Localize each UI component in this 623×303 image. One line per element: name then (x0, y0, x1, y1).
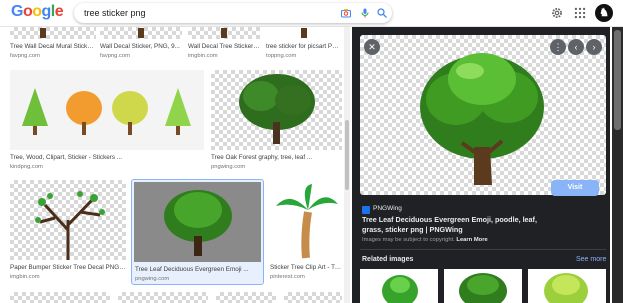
result-thumbnail[interactable] (266, 27, 342, 39)
site-favicon (362, 206, 370, 214)
tree-emoji-preview (420, 53, 544, 185)
microphone-icon[interactable] (359, 7, 371, 19)
result-caption[interactable]: tree sticker for picsart PNG ... (266, 43, 342, 50)
result-thumbnail[interactable] (134, 182, 261, 262)
tree-image (40, 28, 46, 38)
result-source: toppng.com (266, 53, 297, 59)
camera-icon[interactable] (340, 7, 352, 19)
copyright-text: Images may be subject to copyright. (362, 237, 455, 243)
result-source: imgbin.com (188, 53, 218, 59)
result-source: pinterest.com (270, 274, 305, 280)
result-caption[interactable]: Wall Decal Sticker, PNG, 9... (100, 43, 182, 50)
result-thumbnail[interactable] (10, 180, 126, 260)
related-tree-image (459, 273, 507, 303)
result-source: pngwing.com (135, 276, 170, 282)
account-avatar[interactable]: ♞ (595, 4, 613, 22)
see-more-link[interactable]: See more (576, 256, 606, 263)
tree-image (301, 28, 307, 38)
panel-scrollbar-thumb[interactable] (614, 30, 621, 130)
search-icon[interactable] (376, 7, 388, 19)
chevron-left-icon[interactable]: ‹ (568, 39, 584, 55)
result-caption[interactable]: Tree Oak Forest graphy, tree, leaf ... (211, 154, 342, 161)
result-thumbnail[interactable] (188, 27, 260, 39)
logo-letter: o (22, 3, 33, 20)
result-caption[interactable]: Tree Wall Decal Mural Sticker, ... (10, 43, 96, 50)
chevron-right-icon[interactable]: › (586, 39, 602, 55)
logo-letter: g (41, 3, 52, 20)
tree-decal-image (35, 191, 105, 260)
result-thumbnail[interactable] (118, 292, 208, 303)
result-source: favpng.com (100, 53, 130, 59)
result-card[interactable]: Wall Decal Sticker, PNG, 9... favpng.com (100, 27, 182, 63)
result-caption[interactable]: Paper Bumper Sticker Tree Decal PNG ... (10, 264, 126, 271)
gear-icon[interactable] (550, 6, 564, 20)
search-input[interactable] (84, 6, 324, 20)
related-tree-image (382, 275, 418, 303)
result-thumbnail[interactable] (10, 27, 96, 39)
top-bar: Google tree sticker png ♞ (0, 0, 623, 27)
logo-letter: G (11, 3, 23, 20)
result-thumbnail[interactable] (270, 180, 342, 260)
result-card[interactable]: Sticker Tree Clip Art - Tra... pinterest… (270, 180, 342, 284)
oak-tree-photo (239, 74, 315, 144)
result-card[interactable]: Tree, Wood, Clipart, Sticker - Stickers … (10, 70, 204, 174)
image-preview-panel: ✕ ⋮ ‹ › Visit PNGWing Tree Leaf Deciduou… (352, 27, 610, 303)
result-title[interactable]: Tree Leaf Deciduous Evergreen Emoji, poo… (362, 215, 537, 234)
result-card[interactable]: Paper Bumper Sticker Tree Decal PNG ... … (10, 180, 126, 284)
google-logo[interactable]: Google (11, 3, 64, 21)
result-card[interactable]: tree sticker for picsart PNG ... toppng.… (266, 27, 342, 63)
result-card[interactable]: Wall Decal Tree Sticker ... imgbin.com (188, 27, 260, 63)
related-image[interactable] (444, 269, 522, 303)
logo-letter: o (32, 3, 42, 20)
learn-more-link[interactable]: Learn More (456, 237, 487, 243)
four-trees-clipart (22, 88, 191, 135)
result-thumbnail[interactable] (100, 27, 182, 39)
logo-letter: e (54, 3, 64, 20)
site-name[interactable]: PNGWing (373, 205, 402, 212)
result-source: favpng.com (10, 53, 40, 59)
result-source: pngwing.com (211, 164, 246, 170)
result-card[interactable]: Tree Wall Decal Mural Sticker, ... favpn… (10, 27, 96, 63)
apps-grid-icon[interactable] (573, 6, 587, 20)
result-caption[interactable]: Tree, Wood, Clipart, Sticker - Stickers … (10, 154, 204, 161)
result-source: imgbin.com (10, 274, 40, 280)
copyright-notice: Images may be subject to copyright. Lear… (362, 237, 488, 243)
result-thumbnail[interactable] (10, 70, 204, 150)
results-scrollbar-thumb[interactable] (345, 120, 349, 190)
result-caption[interactable]: Tree Leaf Deciduous Evergreen Emoji ... (135, 266, 260, 273)
divider (360, 249, 606, 250)
more-vert-icon[interactable]: ⋮ (550, 39, 566, 55)
result-caption[interactable]: Wall Decal Tree Sticker ... (188, 43, 260, 50)
tree-image (138, 28, 144, 38)
result-caption[interactable]: Sticker Tree Clip Art - Tra... (270, 264, 342, 271)
image-results-grid: Tree Wall Decal Mural Sticker, ... favpn… (0, 27, 350, 303)
result-source: kindpng.com (10, 164, 43, 170)
preview-image[interactable] (360, 35, 606, 195)
palm-tree-image (276, 184, 338, 259)
related-images-heading: Related images (362, 256, 414, 263)
result-thumbnail[interactable] (10, 292, 110, 303)
result-thumbnail[interactable] (216, 292, 276, 303)
result-card-selected[interactable]: Tree Leaf Deciduous Evergreen Emoji ... … (131, 179, 264, 285)
search-box[interactable] (74, 3, 392, 23)
visit-button[interactable]: Visit (551, 180, 599, 196)
result-thumbnail[interactable] (211, 70, 342, 150)
google-images-page: Google tree sticker png ♞ Tree Wall Deca… (0, 0, 623, 303)
tree-emoji-image (164, 190, 232, 256)
result-card[interactable]: Tree Oak Forest graphy, tree, leaf ... p… (211, 70, 342, 174)
close-icon[interactable]: ✕ (364, 39, 380, 55)
related-tree-image (544, 273, 588, 303)
related-image[interactable] (528, 269, 606, 303)
related-image[interactable] (360, 269, 438, 303)
tree-image (221, 28, 227, 38)
result-thumbnail[interactable] (284, 292, 342, 303)
